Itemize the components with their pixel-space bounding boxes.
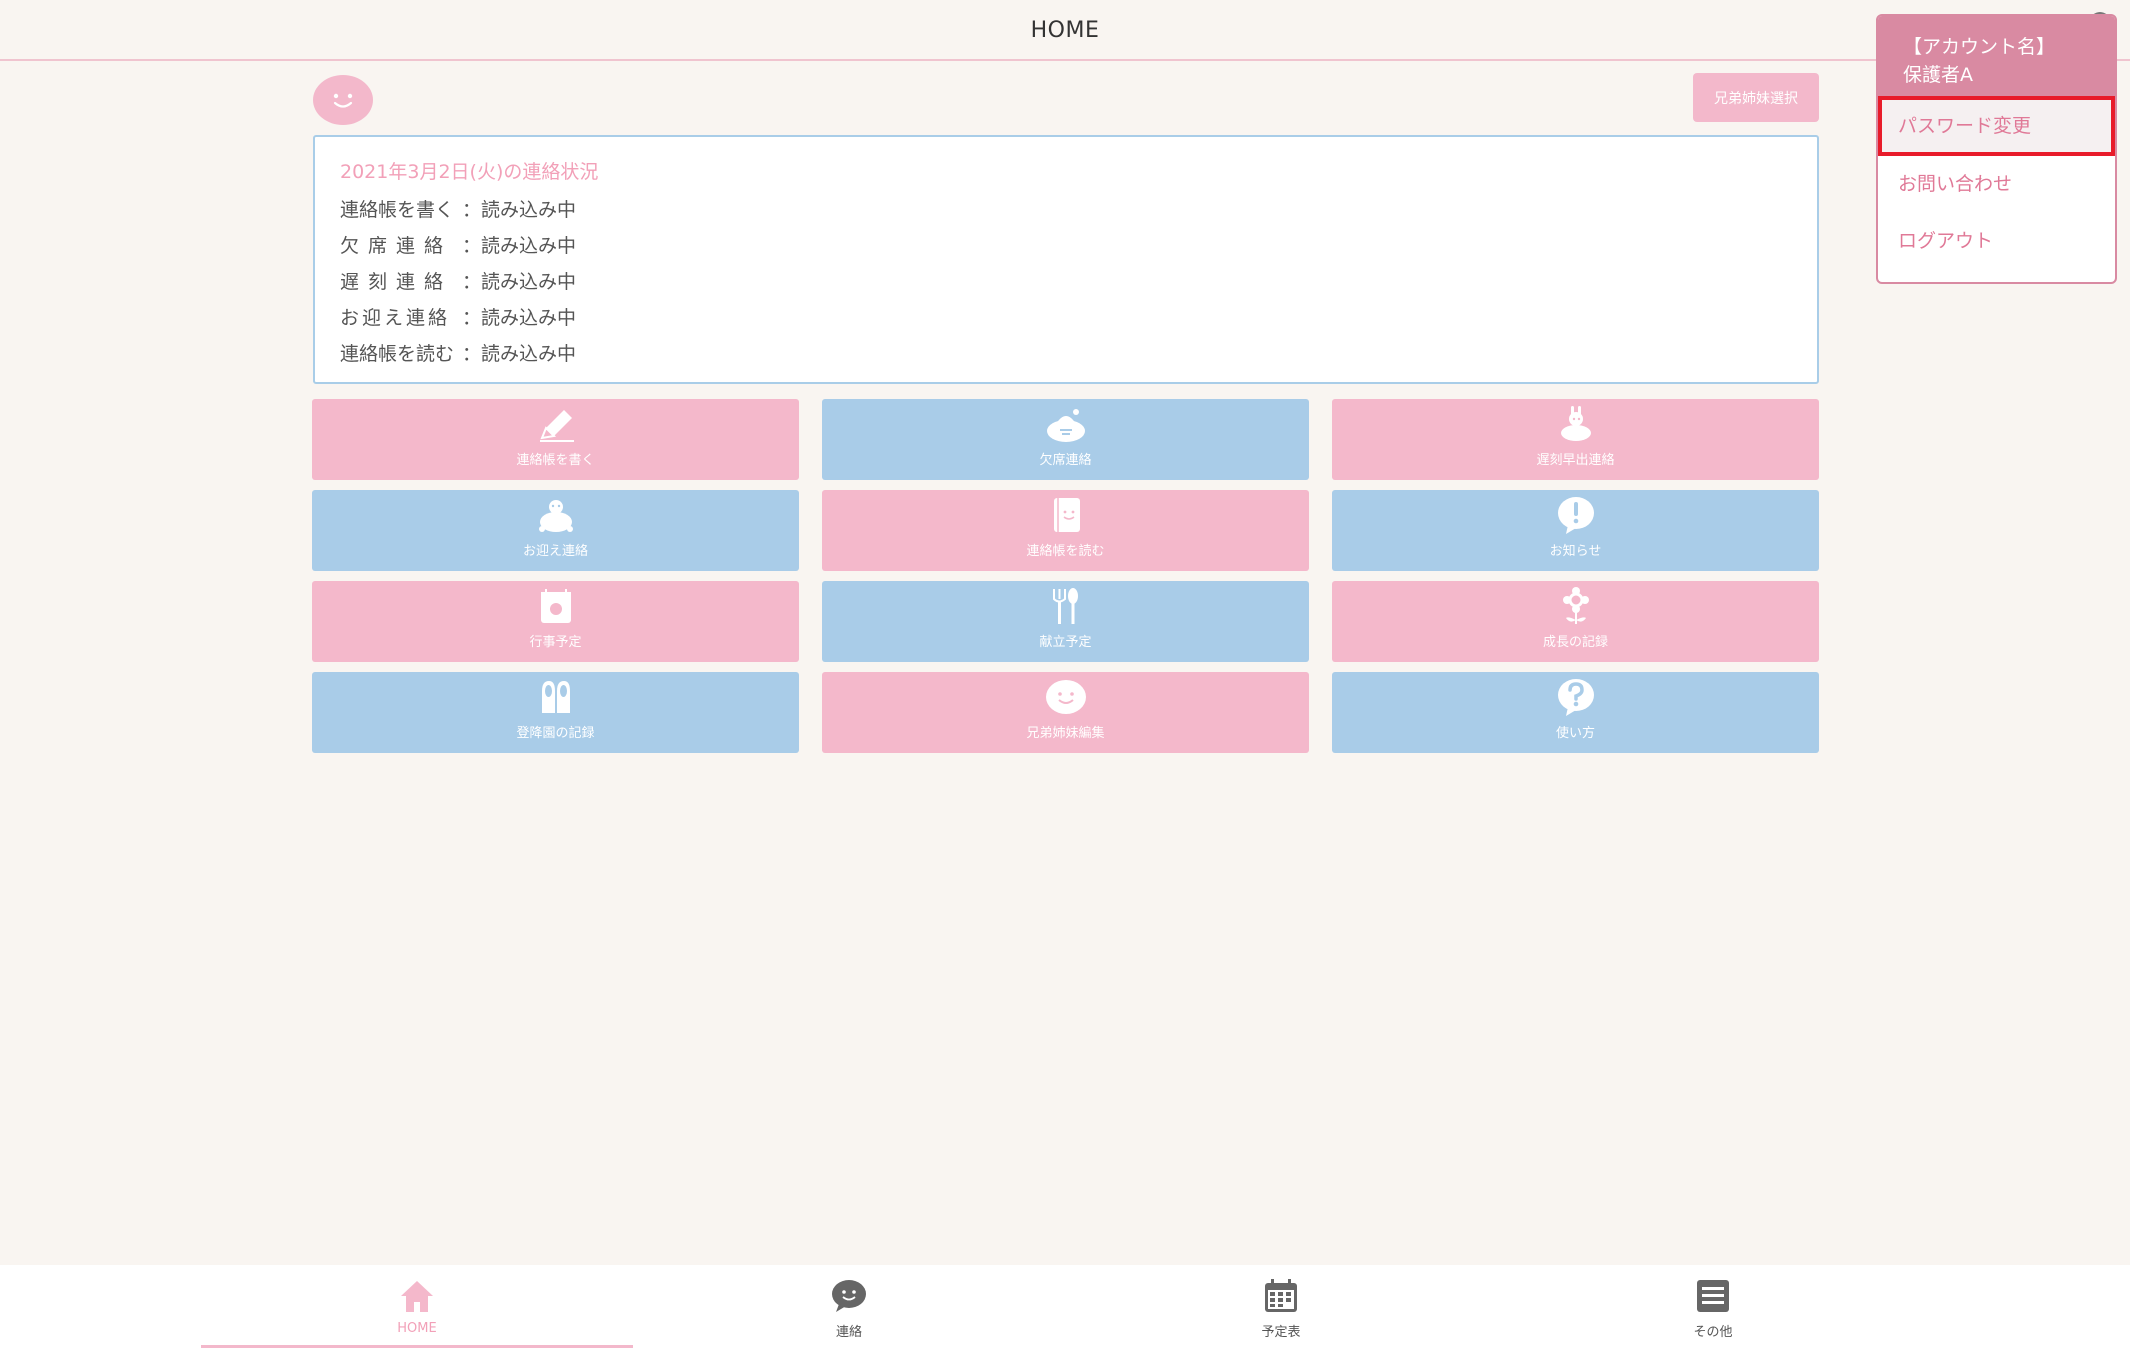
nav-label: 連絡 bbox=[835, 1325, 862, 1340]
status-value: ：読み込み中 bbox=[462, 307, 577, 329]
status-heading: 2021年3月2日(火)の連絡状況 bbox=[340, 161, 599, 183]
status-value: ：読み込み中 bbox=[462, 199, 577, 221]
tile-label: 行事予定 bbox=[529, 635, 582, 650]
status-value: ：読み込み中 bbox=[462, 343, 577, 365]
nav-schedule[interactable]: 予定表 bbox=[1065, 1265, 1497, 1351]
account-dropdown-menu: 【アカウント名】 保護者A パスワード変更 お問い合わせ ログアウト bbox=[1876, 14, 2117, 284]
nav-label: その他 bbox=[1693, 1325, 1733, 1340]
read-notebook-button[interactable]: 連絡帳を読む bbox=[822, 490, 1309, 571]
logout-menu-item[interactable]: ログアウト bbox=[1878, 213, 2115, 270]
status-label: 欠席連絡 bbox=[340, 235, 453, 257]
status-value: ：読み込み中 bbox=[462, 271, 577, 293]
flower-icon bbox=[1554, 585, 1598, 627]
status-label: 連絡帳を書く bbox=[340, 199, 455, 221]
menu-schedule-button[interactable]: 献立予定 bbox=[822, 581, 1309, 662]
tile-label: 兄弟姉妹編集 bbox=[1026, 726, 1105, 741]
attendance-record-button[interactable]: 登降園の記録 bbox=[312, 672, 799, 753]
nav-home[interactable]: HOME bbox=[201, 1265, 633, 1351]
tile-label: お迎え連絡 bbox=[522, 544, 588, 559]
absence-contact-button[interactable]: 欠席連絡 bbox=[822, 399, 1309, 480]
child-avatar[interactable] bbox=[313, 75, 373, 125]
status-row: 遅刻連絡 ：読み込み中 bbox=[340, 264, 1792, 300]
account-name: 保護者A bbox=[1903, 64, 1973, 86]
menu-grid: 連絡帳を書く 欠席連絡 遅刻早出連絡 お迎え連絡 連絡帳を読む お知らせ 行事予… bbox=[312, 399, 1820, 753]
status-row: お迎え連絡 ：読み込み中 bbox=[340, 300, 1792, 336]
nav-contact[interactable]: 連絡 bbox=[633, 1265, 1065, 1351]
exclamation-bubble-icon bbox=[1554, 494, 1598, 536]
shoes-icon bbox=[534, 676, 578, 718]
notice-button[interactable]: お知らせ bbox=[1332, 490, 1819, 571]
menu-list-icon bbox=[1693, 1277, 1733, 1315]
tile-label: お知らせ bbox=[1549, 544, 1602, 559]
nav-other[interactable]: その他 bbox=[1497, 1265, 1929, 1351]
home-icon bbox=[397, 1277, 437, 1315]
contact-us-menu-item[interactable]: お問い合わせ bbox=[1878, 156, 2115, 213]
contact-status-panel: 2021年3月2日(火)の連絡状況 連絡帳を書く ：読み込み中 欠席連絡 ：読み… bbox=[313, 135, 1819, 384]
turtle-icon bbox=[534, 494, 578, 536]
tile-label: 成長の記録 bbox=[1542, 635, 1608, 650]
how-to-use-button[interactable]: 使い方 bbox=[1332, 672, 1819, 753]
tile-label: 登降園の記録 bbox=[516, 726, 595, 741]
bottom-navigation: HOME 連絡 予定表 その他 bbox=[0, 1265, 2130, 1351]
tile-label: 遅刻早出連絡 bbox=[1536, 453, 1615, 468]
late-early-contact-button[interactable]: 遅刻早出連絡 bbox=[1332, 399, 1819, 480]
change-password-menu-item[interactable]: パスワード変更 bbox=[1878, 96, 2115, 156]
status-row: 連絡帳を書く ：読み込み中 bbox=[340, 192, 1792, 228]
smile-bubble-icon bbox=[1044, 676, 1088, 718]
status-value: ：読み込み中 bbox=[462, 235, 577, 257]
account-header: 【アカウント名】 保護者A bbox=[1878, 16, 2115, 96]
tile-label: 献立予定 bbox=[1039, 635, 1092, 650]
sibling-edit-button[interactable]: 兄弟姉妹編集 bbox=[822, 672, 1309, 753]
tile-label: 欠席連絡 bbox=[1039, 453, 1092, 468]
top-bar: HOME bbox=[0, 0, 2130, 61]
calendar-icon bbox=[1261, 1277, 1301, 1315]
status-row: 欠席連絡 ：読み込み中 bbox=[340, 228, 1792, 264]
nav-label: HOME bbox=[397, 1321, 437, 1336]
calendar-icon bbox=[534, 585, 578, 627]
pickup-contact-button[interactable]: お迎え連絡 bbox=[312, 490, 799, 571]
smile-icon bbox=[333, 93, 353, 108]
fork-spoon-icon bbox=[1044, 585, 1088, 627]
sleeping-turtle-icon bbox=[1044, 403, 1088, 445]
status-label: お迎え連絡 bbox=[340, 307, 451, 329]
question-bubble-icon bbox=[1554, 676, 1598, 718]
status-row: 連絡帳を読む ：読み込み中 bbox=[340, 336, 1792, 372]
status-label: 遅刻連絡 bbox=[340, 271, 453, 293]
tile-label: 連絡帳を読む bbox=[1026, 544, 1105, 559]
nav-label: 予定表 bbox=[1261, 1325, 1301, 1340]
status-label: 連絡帳を読む bbox=[340, 343, 455, 365]
turtle-rabbit-icon bbox=[1554, 403, 1598, 445]
event-schedule-button[interactable]: 行事予定 bbox=[312, 581, 799, 662]
tile-label: 連絡帳を書く bbox=[516, 453, 595, 468]
account-label: 【アカウント名】 bbox=[1903, 36, 2056, 58]
sibling-select-button[interactable]: 兄弟姉妹選択 bbox=[1693, 73, 1819, 122]
write-notebook-button[interactable]: 連絡帳を書く bbox=[312, 399, 799, 480]
chat-icon bbox=[829, 1277, 869, 1315]
tile-label: 使い方 bbox=[1555, 726, 1595, 741]
page-title: HOME bbox=[1030, 18, 1100, 43]
pencil-icon bbox=[534, 403, 578, 445]
notebook-icon bbox=[1044, 494, 1088, 536]
growth-record-button[interactable]: 成長の記録 bbox=[1332, 581, 1819, 662]
